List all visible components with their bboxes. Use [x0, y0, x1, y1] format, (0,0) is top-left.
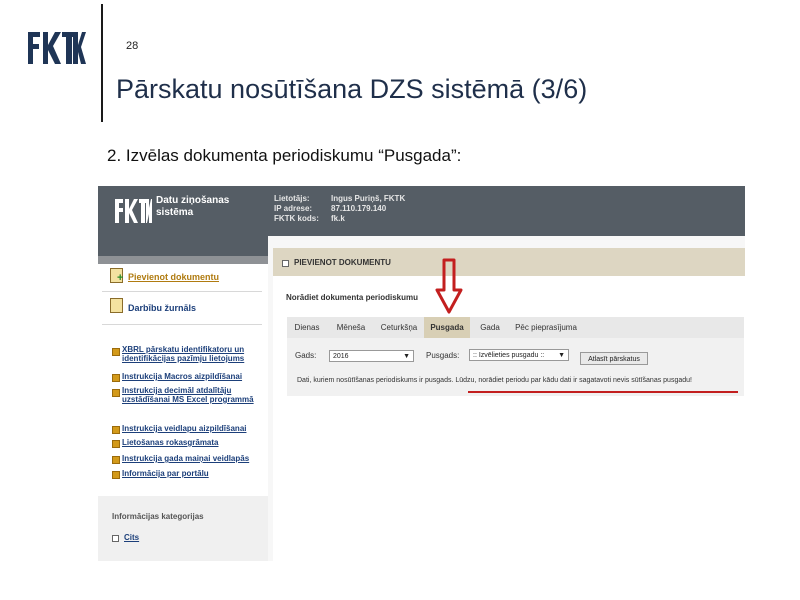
code-value: fk.k: [331, 214, 345, 223]
tab-pusgada[interactable]: Pusgada: [424, 317, 470, 338]
ip-label: IP adrese:: [274, 204, 313, 213]
red-down-arrow-icon: [435, 258, 463, 314]
sidebar-item-activity-log[interactable]: Darbību žurnāls: [128, 303, 196, 313]
app-name: Datu ziņošanas sistēma: [156, 195, 229, 219]
bullet-icon: [112, 348, 120, 356]
tab-dienas[interactable]: Dienas: [287, 317, 327, 338]
bullet-icon: [112, 374, 120, 382]
sidebar-link-manual[interactable]: Lietošanas rokasgrāmata: [122, 438, 262, 447]
sidebar-link-about[interactable]: Informācija par portālu: [122, 469, 262, 478]
sidebar-link-forms[interactable]: Instrukcija veidlapu aizpildīšanai: [122, 424, 262, 433]
chevron-down-icon: ▼: [558, 352, 565, 359]
tab-pec-pieprasijuma[interactable]: Pēc pieprasījuma: [510, 317, 582, 338]
ip-value: 87.110.179.140: [331, 204, 387, 213]
plus-icon: +: [117, 272, 124, 284]
sidebar-link-macros[interactable]: Instrukcija Macros aizpildīšanai: [122, 372, 262, 381]
user-info-values: Ingus Puriņš, FKTK 87.110.179.140 fk.k: [331, 194, 405, 224]
panel-checkbox-icon: [282, 260, 289, 267]
sidebar-item-add-document[interactable]: Pievienot dokumentu: [128, 272, 219, 282]
categories-section: [98, 496, 268, 561]
periodicity-notice: Dati, kuriem nosūtīšanas periodiskums ir…: [297, 377, 692, 384]
annotation-underline: [468, 391, 738, 393]
user-info-labels: Lietotājs: IP adrese: FKTK kods:: [274, 194, 319, 224]
half-year-select-value: :: Izvēlieties pusgadu ::: [473, 352, 545, 359]
bullet-icon: [112, 471, 120, 479]
select-reports-button[interactable]: Atlasīt pārskatus: [580, 352, 648, 365]
sidebar-divider: [102, 324, 262, 325]
sidebar-link-year-change[interactable]: Instrukcija gada maiņai veidlapās: [122, 454, 262, 463]
category-item-cits[interactable]: Cits: [124, 533, 139, 542]
journal-icon: [110, 298, 123, 313]
half-year-label: Pusgads:: [426, 351, 460, 360]
header-divider: [101, 4, 103, 122]
categories-title: Informācijas kategorijas: [112, 512, 204, 521]
bullet-icon: [112, 440, 120, 448]
code-label: FKTK kods:: [274, 214, 319, 223]
notice-warning: Lūdzu, norādiet periodu par kādu dati ir…: [455, 377, 692, 384]
app-screenshot: Datu ziņošanas sistēma Lietotājs: IP adr…: [98, 186, 745, 561]
year-label: Gads:: [295, 351, 317, 360]
page-number: 28: [126, 40, 139, 52]
sidebar-link-xbrl[interactable]: XBRL pārskatu identifikatoru un identifi…: [122, 345, 262, 363]
app-name-line1: Datu ziņošanas: [156, 195, 230, 206]
half-year-select[interactable]: :: Izvēlieties pusgadu :: ▼: [469, 349, 569, 361]
header-strip: [98, 256, 268, 264]
chevron-down-icon: ▼: [403, 353, 410, 360]
sidebar-link-decimal[interactable]: Instrukcija decimāl atdalītāju uzstādīša…: [122, 386, 262, 404]
bullet-icon: [112, 456, 120, 464]
app-logo: [115, 199, 152, 223]
user-label: Lietotājs:: [274, 194, 310, 203]
periodicity-prompt: Norādiet dokumenta periodiskumu: [286, 293, 419, 302]
slide-title: Pārskatu nosūtīšana DZS sistēmā (3/6): [116, 74, 588, 104]
tab-meneša[interactable]: Mēneša: [330, 317, 372, 338]
notice-text: Dati, kuriem nosūtīšanas periodiskums ir…: [297, 377, 456, 384]
tab-ceturksna[interactable]: Ceturkšņa: [375, 317, 423, 338]
year-select-value: 2016: [333, 353, 349, 360]
sidebar-divider: [102, 291, 262, 292]
filter-row: [287, 338, 744, 396]
year-select[interactable]: 2016 ▼: [329, 350, 414, 362]
fktk-logo: [28, 32, 86, 64]
app-name-line2: sistēma: [156, 207, 194, 218]
bullet-icon: [112, 426, 120, 434]
bullet-icon: [112, 389, 120, 397]
user-value: Ingus Puriņš, FKTK: [331, 194, 406, 203]
slide-subtitle: 2. Izvēlas dokumenta periodiskumu “Pusga…: [107, 146, 462, 165]
tab-gada[interactable]: Gada: [474, 317, 506, 338]
category-checkbox[interactable]: [112, 535, 119, 542]
panel-title: PIEVIENOT DOKUMENTU: [294, 258, 391, 267]
